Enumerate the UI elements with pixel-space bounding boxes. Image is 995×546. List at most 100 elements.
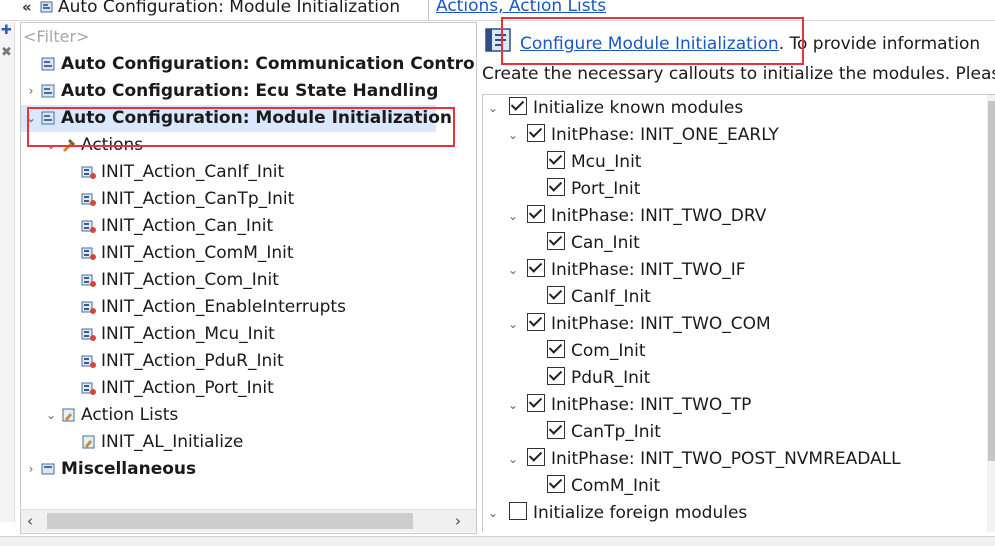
tree-item-action[interactable]: INIT_Action_Port_Init	[81, 375, 274, 402]
tree-item-label: INIT_Action_EnableInterrupts	[101, 297, 346, 317]
tree-item-label: INIT_Action_CanTp_Init	[101, 189, 295, 209]
checkbox[interactable]	[509, 502, 527, 520]
checkbox[interactable]	[509, 97, 527, 115]
chevron-down-icon[interactable]: ⌄	[45, 402, 57, 429]
tree-item-label: INIT_Action_ComM_Init	[101, 243, 294, 263]
actions-folder-icon	[63, 139, 75, 152]
folder-page-icon	[41, 463, 55, 475]
checkbox[interactable]	[547, 178, 565, 196]
chevron-down-icon[interactable]: ⌄	[487, 95, 499, 122]
checkbox[interactable]	[527, 124, 545, 142]
chevron-down-icon[interactable]: ⌄	[507, 257, 519, 284]
tree-item-action[interactable]: INIT_Action_Mcu_Init	[81, 321, 275, 348]
tree-item-action[interactable]: INIT_Action_CanTp_Init	[81, 186, 294, 213]
action-list-icon	[82, 435, 95, 449]
breadcrumb[interactable]: Actions, Action Lists	[436, 0, 606, 16]
tree-item-label: Auto Configuration: Module Initializatio…	[61, 108, 452, 128]
config-page-icon	[40, 1, 53, 13]
action-icon	[81, 193, 96, 206]
chevron-down-icon[interactable]: ⌄	[25, 105, 37, 132]
detail-panel: Configure Module Initialization. To prov…	[480, 22, 995, 532]
checkbox[interactable]	[547, 367, 565, 385]
tree-item-module[interactable]: PduR_Init	[547, 365, 650, 392]
top-bar: « Auto Configuration: Module Initializat…	[0, 0, 995, 21]
checkbox[interactable]	[547, 151, 565, 169]
checkbox[interactable]	[527, 448, 545, 466]
tree-item-label: INIT_Action_PduR_Init	[101, 351, 284, 371]
checkbox[interactable]	[527, 313, 545, 331]
vertical-scrollbar[interactable]	[987, 95, 995, 532]
expand-icon[interactable]: ✚	[1, 24, 12, 38]
tree-item-label: Auto Configuration: Communication Contro…	[61, 54, 477, 74]
chevron-right-icon[interactable]: ›	[25, 78, 37, 105]
action-list-icon	[62, 408, 75, 422]
tree-item-action[interactable]: INIT_Action_EnableInterrupts	[81, 294, 346, 321]
tree-item-label: Miscellaneous	[61, 459, 197, 479]
tree-item-label: INIT_Action_Port_Init	[101, 378, 274, 398]
chevron-down-icon[interactable]: ⌄	[507, 203, 519, 230]
horizontal-scrollbar[interactable]: ‹ ›	[21, 509, 476, 532]
side-toolbar: ✚ ✖	[0, 22, 15, 522]
tree-item-module[interactable]: Can_Init	[547, 230, 640, 257]
action-icon	[81, 166, 96, 179]
tree-item-module[interactable]: CanTp_Init	[547, 419, 661, 446]
config-book-icon	[485, 28, 511, 52]
chevron-down-icon[interactable]: ⌄	[507, 446, 519, 473]
title-divider	[428, 0, 429, 20]
tree-item-action[interactable]: INIT_Action_PduR_Init	[81, 348, 284, 375]
double-chevron-left-icon[interactable]: «	[22, 0, 32, 16]
configure-link[interactable]: Configure Module Initialization	[520, 34, 779, 54]
action-icon	[81, 301, 96, 314]
tree-item-label: INIT_Action_Com_Init	[101, 270, 279, 290]
checkbox[interactable]	[547, 286, 565, 304]
checkbox[interactable]	[547, 232, 565, 250]
tree-item-action[interactable]: INIT_Action_Can_Init	[81, 213, 273, 240]
tree-item-module-initialization[interactable]: ⌄ Auto Configuration: Module Initializat…	[21, 105, 452, 132]
chevron-down-icon[interactable]: ⌄	[487, 500, 499, 527]
checkbox[interactable]	[547, 340, 565, 358]
tree-item-module[interactable]: Mcu_Init	[547, 149, 641, 176]
checkbox[interactable]	[547, 475, 565, 493]
action-icon	[81, 382, 96, 395]
checkbox[interactable]	[527, 259, 545, 277]
tree-item-label: Actions	[81, 135, 144, 155]
tree-item-module[interactable]: Com_Init	[547, 338, 646, 365]
config-page-icon	[41, 84, 55, 98]
action-icon	[81, 247, 96, 260]
description-line-2: Create the necessary callouts to initial…	[482, 64, 995, 84]
collapse-icon[interactable]: ✖	[1, 46, 12, 60]
chevron-down-icon[interactable]: ⌄	[507, 122, 519, 149]
chevron-down-icon[interactable]: ⌄	[507, 392, 519, 419]
tree-item-label: INIT_Action_Mcu_Init	[101, 324, 275, 344]
scroll-right-icon[interactable]: ›	[455, 510, 461, 532]
tree-item-label: INIT_Action_CanIf_Init	[101, 162, 285, 182]
action-icon	[81, 274, 96, 287]
tree-item-module[interactable]: Port_Init	[547, 176, 640, 203]
scroll-left-icon[interactable]: ‹	[27, 510, 33, 532]
tree-item-label: Auto Configuration: Ecu State Handling	[61, 81, 439, 101]
chevron-down-icon[interactable]: ⌄	[45, 132, 57, 159]
tree-item-module[interactable]: CanIf_Init	[547, 284, 651, 311]
scrollbar-thumb[interactable]	[47, 513, 413, 529]
editor-title: Auto Configuration: Module Initializatio…	[40, 0, 400, 17]
tree-item-action-list[interactable]: INIT_AL_Initialize	[81, 429, 243, 456]
tree-item-label: INIT_AL_Initialize	[101, 432, 244, 452]
config-page-icon	[41, 111, 55, 125]
tree-item-action[interactable]: INIT_Action_CanIf_Init	[81, 159, 284, 186]
checkbox[interactable]	[527, 205, 545, 223]
checkbox[interactable]	[547, 421, 565, 439]
scrollbar-thumb[interactable]	[988, 101, 995, 461]
config-page-icon	[41, 57, 55, 71]
chevron-down-icon[interactable]: ⌄	[507, 311, 519, 338]
description-line-1: Configure Module Initialization. To prov…	[520, 34, 981, 54]
filter-input[interactable]: <Filter>	[23, 27, 89, 46]
module-tree: ⌄ Initialize known modules ⌄ InitPhase: IN…	[482, 94, 995, 532]
action-icon	[81, 355, 96, 368]
tree-item-module[interactable]: ComM_Init	[547, 473, 660, 500]
tree-item-action[interactable]: INIT_Action_ComM_Init	[81, 240, 294, 267]
checkbox[interactable]	[527, 394, 545, 412]
chevron-right-icon[interactable]: ›	[25, 456, 37, 483]
tree-item-action[interactable]: INIT_Action_Com_Init	[81, 267, 279, 294]
navigation-tree: <Filter> Auto Configuration: Communicati…	[20, 22, 477, 534]
action-icon	[81, 328, 96, 341]
